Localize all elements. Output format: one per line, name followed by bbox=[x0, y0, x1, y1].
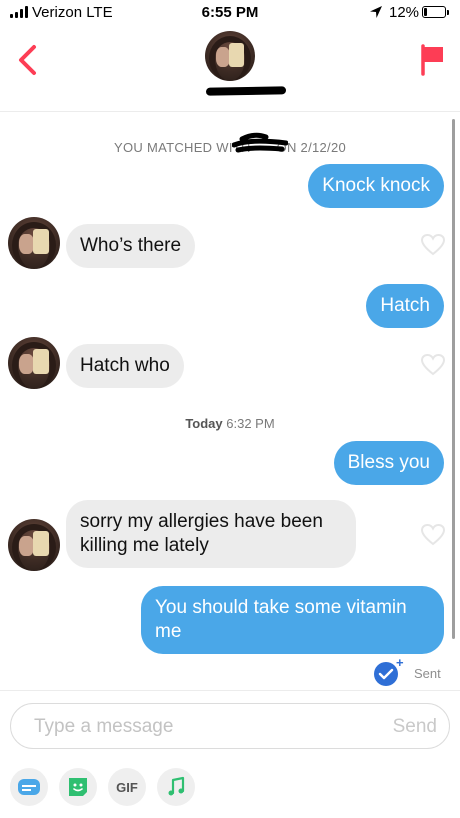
composer-divider bbox=[0, 690, 460, 691]
heart-icon[interactable] bbox=[420, 353, 446, 377]
sticker-icon bbox=[69, 778, 87, 796]
outgoing-message[interactable]: Knock knock bbox=[308, 164, 444, 208]
flag-icon[interactable] bbox=[420, 44, 446, 76]
location-arrow-icon bbox=[370, 6, 382, 18]
heart-icon[interactable] bbox=[420, 233, 446, 257]
music-note-icon bbox=[168, 776, 185, 796]
match-name-redaction bbox=[232, 132, 288, 153]
gif-button[interactable]: GIF bbox=[108, 768, 146, 806]
music-button[interactable] bbox=[157, 768, 195, 806]
name-redaction bbox=[205, 86, 287, 96]
battery-percentage: 12% bbox=[389, 4, 420, 21]
incoming-message[interactable]: sorry my allergies have been killing me … bbox=[66, 500, 356, 568]
outgoing-message[interactable]: Bless you bbox=[333, 441, 444, 485]
heart-icon[interactable] bbox=[420, 523, 446, 547]
chat-header bbox=[0, 24, 460, 112]
read-receipt-check-icon bbox=[374, 662, 398, 686]
date-separator: Today 6:32 PM bbox=[185, 416, 275, 431]
card-icon bbox=[18, 779, 40, 795]
card-button[interactable] bbox=[10, 768, 48, 806]
sticker-button[interactable] bbox=[59, 768, 97, 806]
chevron-left-icon[interactable] bbox=[14, 44, 42, 76]
message-composer: Send bbox=[10, 703, 450, 749]
outgoing-message[interactable]: Hatch bbox=[366, 284, 444, 328]
message-input[interactable] bbox=[34, 714, 354, 740]
incoming-message[interactable]: Who’s there bbox=[66, 224, 196, 268]
composer-toolbar: GIF bbox=[10, 768, 450, 808]
sender-avatar[interactable] bbox=[8, 519, 60, 571]
battery-icon bbox=[422, 6, 449, 18]
message-list[interactable]: YOU MATCHED WITH ON 2/12/20 Knock knock … bbox=[0, 113, 460, 693]
sender-avatar[interactable] bbox=[8, 337, 60, 389]
gif-label: GIF bbox=[116, 779, 138, 795]
match-avatar[interactable] bbox=[205, 31, 255, 81]
status-bar: Verizon LTE 6:55 PM 12% bbox=[0, 0, 460, 24]
match-notice: YOU MATCHED WITH ON 2/12/20 bbox=[113, 140, 347, 155]
send-button[interactable]: Send bbox=[393, 716, 437, 738]
sender-avatar[interactable] bbox=[8, 217, 60, 269]
incoming-message[interactable]: Hatch who bbox=[66, 344, 184, 388]
sent-status: Sent bbox=[414, 666, 441, 681]
outgoing-message[interactable]: You should take some vitamin me bbox=[141, 586, 444, 654]
scrollbar[interactable] bbox=[452, 119, 455, 639]
plus-icon: + bbox=[396, 655, 404, 670]
